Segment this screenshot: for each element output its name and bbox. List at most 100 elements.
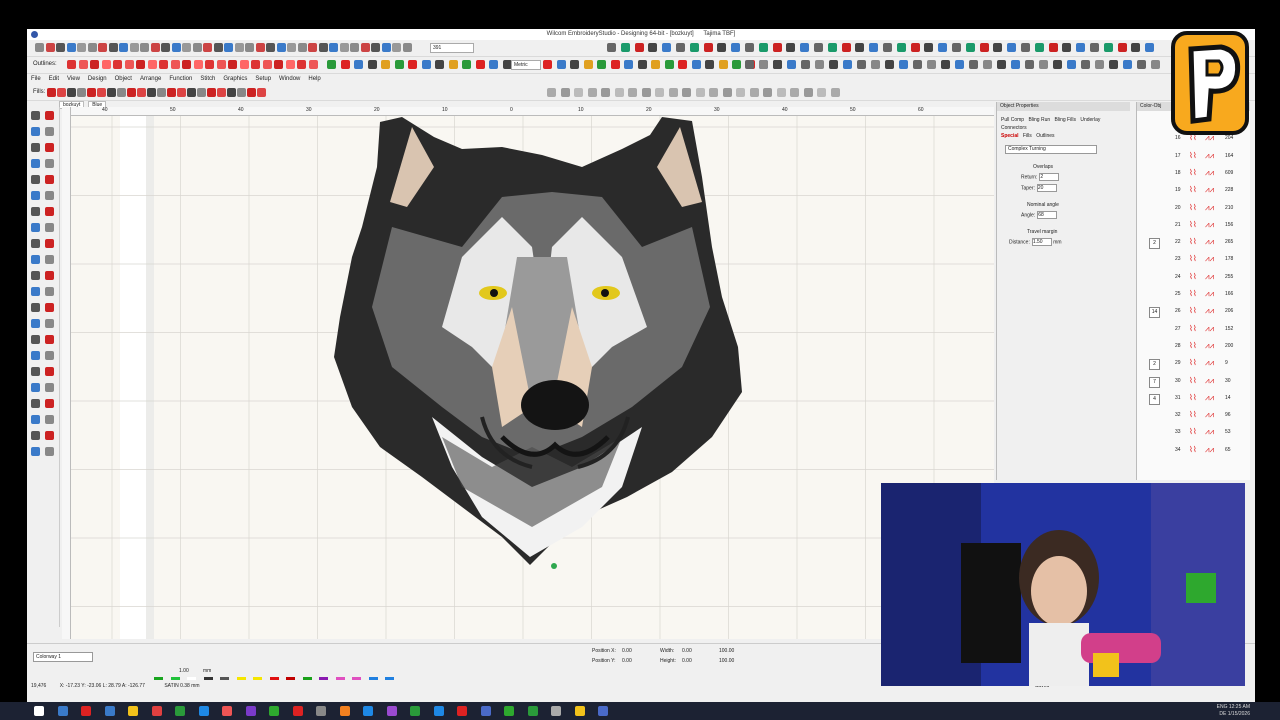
toolbar-tool-icon[interactable] — [274, 60, 283, 69]
color-object-row[interactable]: 18 ⌇⌇ ⩘⩘ 609 — [1137, 166, 1250, 183]
taskbar-app-icon[interactable] — [245, 706, 256, 716]
toolbar-tool-icon[interactable] — [45, 43, 55, 52]
toolbar-tool-icon[interactable] — [340, 60, 350, 69]
taskbar-app-icon[interactable] — [128, 706, 138, 716]
toolbar-tool-icon[interactable] — [489, 60, 498, 69]
toolbar-tool-icon[interactable] — [187, 88, 196, 97]
left-tool-icon[interactable] — [31, 399, 40, 408]
toolbar-tool-icon[interactable] — [203, 43, 212, 52]
toolbar-tool-icon[interactable] — [318, 43, 328, 52]
width-input[interactable]: 0.00 — [682, 648, 692, 654]
toolbar-tool-icon[interactable] — [841, 43, 851, 52]
toolbar-tool-icon[interactable] — [1117, 43, 1127, 52]
toolbar-tool-icon[interactable] — [624, 60, 633, 69]
toolbar-tool-icon[interactable] — [475, 60, 485, 69]
toolbar-tool-icon[interactable] — [98, 43, 107, 52]
tab-bling-fills[interactable]: Bling Fills — [1055, 117, 1076, 123]
left-tool-icon[interactable] — [45, 111, 54, 120]
taskbar-app-icon[interactable] — [551, 706, 561, 716]
left-tool-icon[interactable] — [45, 367, 54, 376]
toolbar-tool-icon[interactable] — [47, 88, 56, 97]
left-tool-icon[interactable] — [31, 271, 40, 280]
toolbar-tool-icon[interactable] — [547, 88, 556, 97]
toolbar-tool-icon[interactable] — [394, 60, 404, 69]
toolbar-tool-icon[interactable] — [993, 43, 1003, 52]
color-object-row[interactable]: 7 30 ⌇⌇ ⩘⩘ 30 — [1137, 374, 1250, 391]
toolbar-tool-icon[interactable] — [952, 43, 961, 52]
toolbar-tool-icon[interactable] — [965, 43, 975, 52]
toolbar-tool-icon[interactable] — [597, 60, 606, 69]
toolbar-tool-icon[interactable] — [381, 60, 390, 69]
toolbar-tool-icon[interactable] — [1011, 60, 1020, 69]
toolbar-tool-icon[interactable] — [997, 60, 1006, 69]
toolbar-tool-icon[interactable] — [161, 43, 170, 52]
left-tool-icon[interactable] — [31, 255, 40, 264]
toolbar-tool-icon[interactable] — [87, 88, 96, 97]
toolbar-tool-icon[interactable] — [170, 60, 180, 69]
toolbar-tool-icon[interactable] — [1039, 60, 1048, 69]
taskbar-app-icon[interactable] — [598, 706, 608, 716]
color-object-row[interactable]: 27 ⌇⌇ ⩘⩘ 152 — [1137, 322, 1250, 339]
toolbar-tool-icon[interactable] — [827, 43, 837, 52]
toolbar-tool-icon[interactable] — [124, 60, 134, 69]
angle-input[interactable]: 68 — [1037, 211, 1058, 219]
left-tool-icon[interactable] — [31, 175, 40, 184]
toolbar-tool-icon[interactable] — [896, 43, 906, 52]
taskbar-app-icon[interactable] — [316, 706, 326, 716]
toolbar-tool-icon[interactable] — [786, 43, 796, 52]
tab-underlay[interactable]: Underlay — [1080, 117, 1100, 123]
toolbar-tool-icon[interactable] — [329, 43, 338, 52]
toolbar-tool-icon[interactable] — [167, 88, 176, 97]
toolbar-tool-icon[interactable] — [787, 60, 796, 69]
taskbar-app-icon[interactable] — [457, 706, 467, 716]
toolbar-tool-icon[interactable] — [1123, 60, 1132, 69]
color-object-row[interactable]: 20 ⌇⌇ ⩘⩘ 210 — [1137, 201, 1250, 218]
left-tool-icon[interactable] — [31, 207, 40, 216]
left-tool-icon[interactable] — [31, 111, 40, 120]
color-object-row[interactable]: 34 ⌇⌇ ⩘⩘ 65 — [1137, 443, 1250, 460]
toolbar-tool-icon[interactable] — [327, 60, 336, 69]
position-y-input[interactable]: 0.00 — [622, 658, 632, 664]
taskbar-app-icon[interactable] — [574, 706, 585, 716]
left-tool-icon[interactable] — [31, 303, 40, 312]
distance-input[interactable]: 1.50 — [1031, 238, 1052, 246]
toolbar-tool-icon[interactable] — [703, 43, 713, 52]
toolbar-tool-icon[interactable] — [127, 88, 136, 97]
toolbar-tool-icon[interactable] — [213, 43, 223, 52]
toolbar-tool-icon[interactable] — [136, 60, 145, 69]
menu-item-arrange[interactable]: Arrange — [140, 74, 161, 84]
toolbar-tool-icon[interactable] — [251, 60, 260, 69]
toolbar-tool-icon[interactable] — [664, 60, 674, 69]
toolbar-tool-icon[interactable] — [78, 60, 88, 69]
toolbar-tool-icon[interactable] — [147, 88, 156, 97]
toolbar-tool-icon[interactable] — [843, 60, 852, 69]
tab-special[interactable]: Special — [1001, 133, 1019, 139]
toolbar-tool-icon[interactable] — [90, 60, 99, 69]
toolbar-tool-icon[interactable] — [924, 43, 934, 52]
toolbar-tool-icon[interactable] — [803, 88, 813, 97]
toolbar-tool-icon[interactable] — [1021, 43, 1030, 52]
toolbar-tool-icon[interactable] — [913, 60, 922, 69]
toolbar-tool-icon[interactable] — [77, 43, 86, 52]
toolbar-tool-icon[interactable] — [147, 60, 157, 69]
toolbar-tool-icon[interactable] — [857, 60, 866, 69]
left-tool-icon[interactable] — [45, 335, 54, 344]
toolbar-tool-icon[interactable] — [637, 60, 647, 69]
toolbar-tool-icon[interactable] — [435, 60, 444, 69]
toolbar-tool-icon[interactable] — [601, 88, 610, 97]
toolbar-tool-icon[interactable] — [297, 43, 307, 52]
toolbar-tool-icon[interactable] — [107, 88, 116, 97]
toolbar-tool-icon[interactable] — [883, 43, 892, 52]
left-tool-icon[interactable] — [45, 255, 54, 264]
toolbar-tool-icon[interactable] — [1053, 60, 1062, 69]
taskbar-app-icon[interactable] — [527, 706, 538, 716]
menu-item-setup[interactable]: Setup — [255, 74, 271, 84]
toolbar-tool-icon[interactable] — [234, 43, 244, 52]
menu-item-view[interactable]: View — [67, 74, 80, 84]
menu-item-design[interactable]: Design — [88, 74, 107, 84]
left-tool-icon[interactable] — [31, 287, 40, 296]
left-tool-icon[interactable] — [45, 415, 54, 424]
toolbar-tool-icon[interactable] — [87, 43, 97, 52]
toolbar-tool-icon[interactable] — [205, 60, 214, 69]
toolbar-tool-icon[interactable] — [668, 88, 678, 97]
